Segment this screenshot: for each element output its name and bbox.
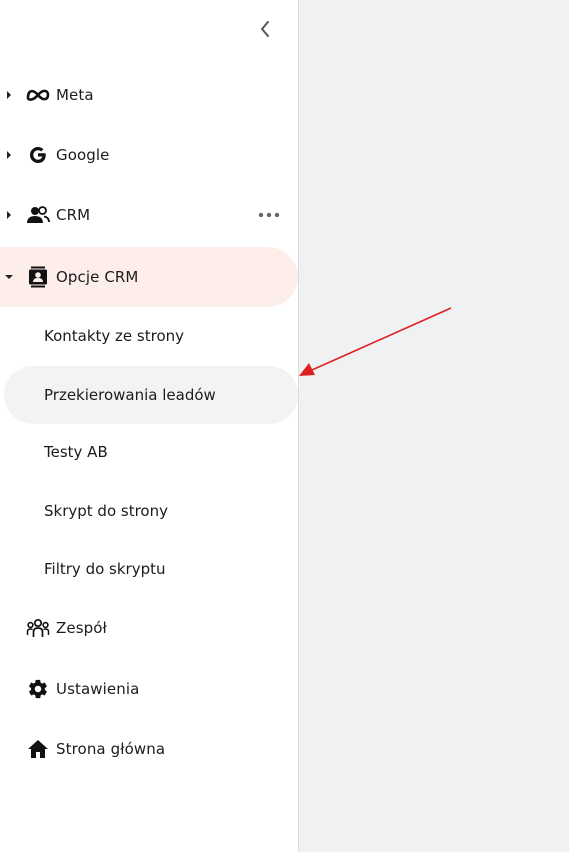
sidebar-item-label: Strona główna (56, 740, 166, 758)
home-icon (25, 738, 51, 760)
subitem-przekierowania-leadow[interactable]: Przekierowania leadów (4, 366, 298, 424)
sidebar-item-label: Meta (56, 86, 94, 104)
more-options-button[interactable] (257, 207, 281, 223)
gear-icon (25, 678, 51, 700)
sidebar-item-label: Ustawienia (56, 680, 140, 698)
users-icon (25, 204, 51, 226)
sidebar-item-zespol[interactable]: Zespół (0, 600, 298, 656)
subitem-label: Filtry do skryptu (44, 560, 166, 578)
sidebar-item-label: Zespół (56, 619, 107, 637)
collapse-sidebar-button[interactable] (254, 18, 276, 40)
main-content-area (299, 0, 569, 852)
sidebar-item-label: CRM (56, 206, 91, 224)
caret-right-icon[interactable] (4, 210, 14, 220)
subitem-kontakty-ze-strony[interactable]: Kontakty ze strony (4, 308, 298, 364)
contact-card-icon (25, 266, 51, 288)
caret-right-icon[interactable] (4, 90, 14, 100)
sidebar-item-label: Google (56, 146, 110, 164)
caret-right-icon[interactable] (4, 150, 14, 160)
google-icon (25, 144, 51, 166)
sidebar: Meta Google CRM Opcje CRM Kontakty ze st… (0, 0, 299, 852)
subitem-label: Kontakty ze strony (44, 327, 185, 345)
sidebar-item-meta[interactable]: Meta (0, 67, 298, 123)
more-dots-icon (258, 212, 280, 218)
chevron-left-icon (261, 21, 269, 37)
sidebar-item-google[interactable]: Google (0, 127, 298, 183)
sidebar-item-crm[interactable]: CRM (0, 187, 298, 243)
sidebar-item-opcje-crm[interactable]: Opcje CRM (0, 247, 298, 307)
subitem-label: Skrypt do strony (44, 502, 168, 520)
team-icon (25, 617, 51, 639)
subitem-label: Testy AB (44, 443, 108, 461)
subitem-testy-ab[interactable]: Testy AB (4, 424, 298, 480)
sidebar-item-label: Opcje CRM (56, 268, 139, 286)
subitem-label: Przekierowania leadów (44, 386, 216, 404)
sidebar-item-strona-glowna[interactable]: Strona główna (0, 721, 298, 777)
meta-icon (25, 84, 51, 106)
subitem-filtry-do-skryptu[interactable]: Filtry do skryptu (4, 541, 298, 597)
sidebar-item-ustawienia[interactable]: Ustawienia (0, 661, 298, 717)
caret-down-icon[interactable] (4, 272, 14, 282)
subitem-skrypt-do-strony[interactable]: Skrypt do strony (4, 483, 298, 539)
